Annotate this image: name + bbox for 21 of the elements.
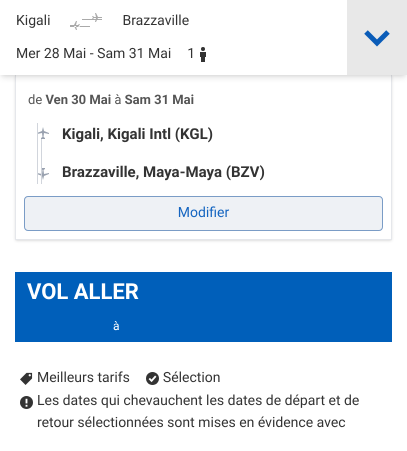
takeoff-icon [37, 126, 49, 138]
chevron-down-icon [363, 28, 391, 46]
departure-airport: Kigali, Kigali Intl (KGL) [62, 124, 214, 144]
overlap-note: Les dates qui chevauchent les dates de départ et de retour sélectionnées sont mises en évidence avec [37, 392, 360, 432]
legend-label: Meilleurs tarifs [37, 368, 130, 388]
passenger-count: 1 [187, 44, 196, 64]
expand-button[interactable] [347, 0, 407, 75]
destination-city: Brazzaville [122, 12, 190, 30]
tag-icon [20, 372, 33, 384]
origin-city: Kigali [16, 12, 50, 30]
travel-dates: Mer 28 Mai - Sam 31 Mai [16, 44, 172, 64]
legend-label: Sélection [162, 368, 220, 388]
person-icon [199, 46, 208, 62]
modify-button[interactable]: Modifier [24, 196, 383, 230]
banner-title: VOL ALLER [27, 278, 140, 306]
landing-icon [37, 168, 49, 180]
banner-subtitle: à [113, 318, 121, 334]
date-range: de Ven 30 Mai à Sam 31 Mai [27, 92, 196, 110]
check-circle-icon [146, 372, 159, 384]
arrival-airport: Brazzaville, Maya-Maya (BZV) [62, 162, 265, 183]
alert-icon [20, 396, 33, 408]
